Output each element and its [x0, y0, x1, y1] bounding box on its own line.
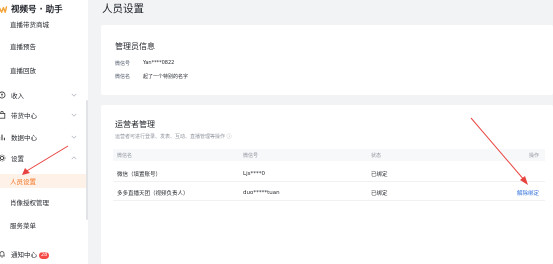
app-brand[interactable]: 视频号 · 助手 [0, 2, 63, 16]
wechat-value: Yan****0822 [143, 60, 175, 66]
admin-channel-row: 微信名 起了一个特别的名字 [115, 73, 188, 80]
sidebar-item-notifications[interactable]: 通知中心 28 [0, 247, 88, 261]
admin-info-title: 管理员信息 [115, 42, 155, 51]
sidebar-item-live-preview[interactable]: 直播预告 [0, 39, 88, 53]
operators-card: 运营者管理 运营者可进行登录、发表、互动、直播管理等操作 ⓘ 微信名 微信号 状… [101, 105, 553, 264]
operator-status: 已绑定 [371, 171, 388, 178]
channel-value: 起了一个特别的名字 [143, 74, 189, 80]
admin-wechat-row: 微信号 Yan****0822 [115, 60, 174, 67]
chevron-down-icon [71, 134, 78, 141]
page-title: 人员设置 [102, 3, 144, 15]
operator-name: 微信（填置账号） [117, 171, 162, 178]
sidebar-item-service-menu[interactable]: 服务菜单 [0, 218, 88, 232]
chevron-up-icon [71, 155, 78, 162]
sidebar-item-personnel-settings[interactable]: 人员设置 [0, 174, 88, 188]
table-row: 微信（填置账号） Ljs****0 已绑定 [113, 166, 545, 182]
operators-title: 运营者管理 [115, 120, 155, 129]
sidebar: 视频号 · 助手 直播带货商城 直播预告 直播回放 收入 带货中心 数据中心 设… [0, 0, 88, 264]
channel-label: 微信名 [115, 74, 131, 80]
admin-info-card: 管理员信息 微信号 Yan****0822 微信名 起了一个特别的名字 [101, 25, 553, 95]
table-row: 多多直播天团（视频负责人） duo*****tuan 已绑定 解除绑定 [113, 185, 545, 201]
operator-name: 多多直播天团（视频负责人） [117, 190, 189, 197]
sidebar-item-data-center[interactable]: 数据中心 [0, 130, 88, 144]
unbind-link[interactable]: 解除绑定 [517, 185, 539, 200]
bar-chart-icon [0, 132, 7, 142]
sidebar-item-label: 设置 [11, 155, 24, 163]
shopping-bag-icon [0, 110, 7, 120]
gear-icon [0, 153, 7, 163]
app-title: 视频号 · 助手 [11, 5, 63, 15]
bell-icon [0, 249, 7, 259]
column-header-wechat-id: 微信号 [243, 152, 259, 159]
column-header-status: 状态 [371, 152, 382, 159]
chevron-down-icon [71, 112, 78, 119]
table-header: 微信名 微信号 状态 操作 [113, 149, 545, 161]
operator-wechat-id: duo*****tuan [243, 189, 280, 196]
operator-status: 已绑定 [371, 190, 388, 197]
sidebar-item-label: 直播带货商城 [10, 21, 49, 28]
sidebar-item-label: 带货中心 [11, 112, 37, 120]
sidebar-item-portrait-auth[interactable]: 肖像授权管理 [0, 195, 88, 209]
wechat-label: 微信号 [115, 61, 131, 67]
sidebar-item-label: 直播预告 [10, 43, 36, 51]
channels-logo-icon [0, 5, 7, 13]
sidebar-item-settings[interactable]: 设置 [0, 151, 88, 165]
operator-wechat-id: Ljs****0 [243, 170, 265, 177]
sidebar-item-income[interactable]: 收入 [0, 88, 88, 102]
column-header-action: 操作 [528, 152, 539, 159]
chevron-down-icon [71, 92, 78, 99]
sidebar-item-label: 数据中心 [11, 134, 37, 142]
sidebar-item-label: 人员设置 [10, 178, 36, 186]
sidebar-item-label: 收入 [11, 92, 24, 100]
column-header-name: 微信名 [117, 152, 133, 159]
income-icon [0, 90, 7, 100]
sidebar-item-live-replay[interactable]: 直播回放 [0, 63, 88, 77]
notification-badge: 28 [39, 251, 50, 259]
sidebar-item-live-mall[interactable]: 直播带货商城 [0, 21, 88, 28]
sidebar-scrollbar[interactable] [86, 100, 88, 220]
sidebar-item-label: 直播回放 [10, 67, 36, 75]
sidebar-item-goods-center[interactable]: 带货中心 [0, 108, 88, 122]
operators-subtitle: 运营者可进行登录、发表、互动、直播管理等操作 ⓘ [115, 134, 232, 140]
sidebar-item-label: 肖像授权管理 [10, 199, 49, 207]
sidebar-item-label: 通知中心 28 [11, 251, 50, 259]
sidebar-item-label: 服务菜单 [10, 222, 36, 230]
